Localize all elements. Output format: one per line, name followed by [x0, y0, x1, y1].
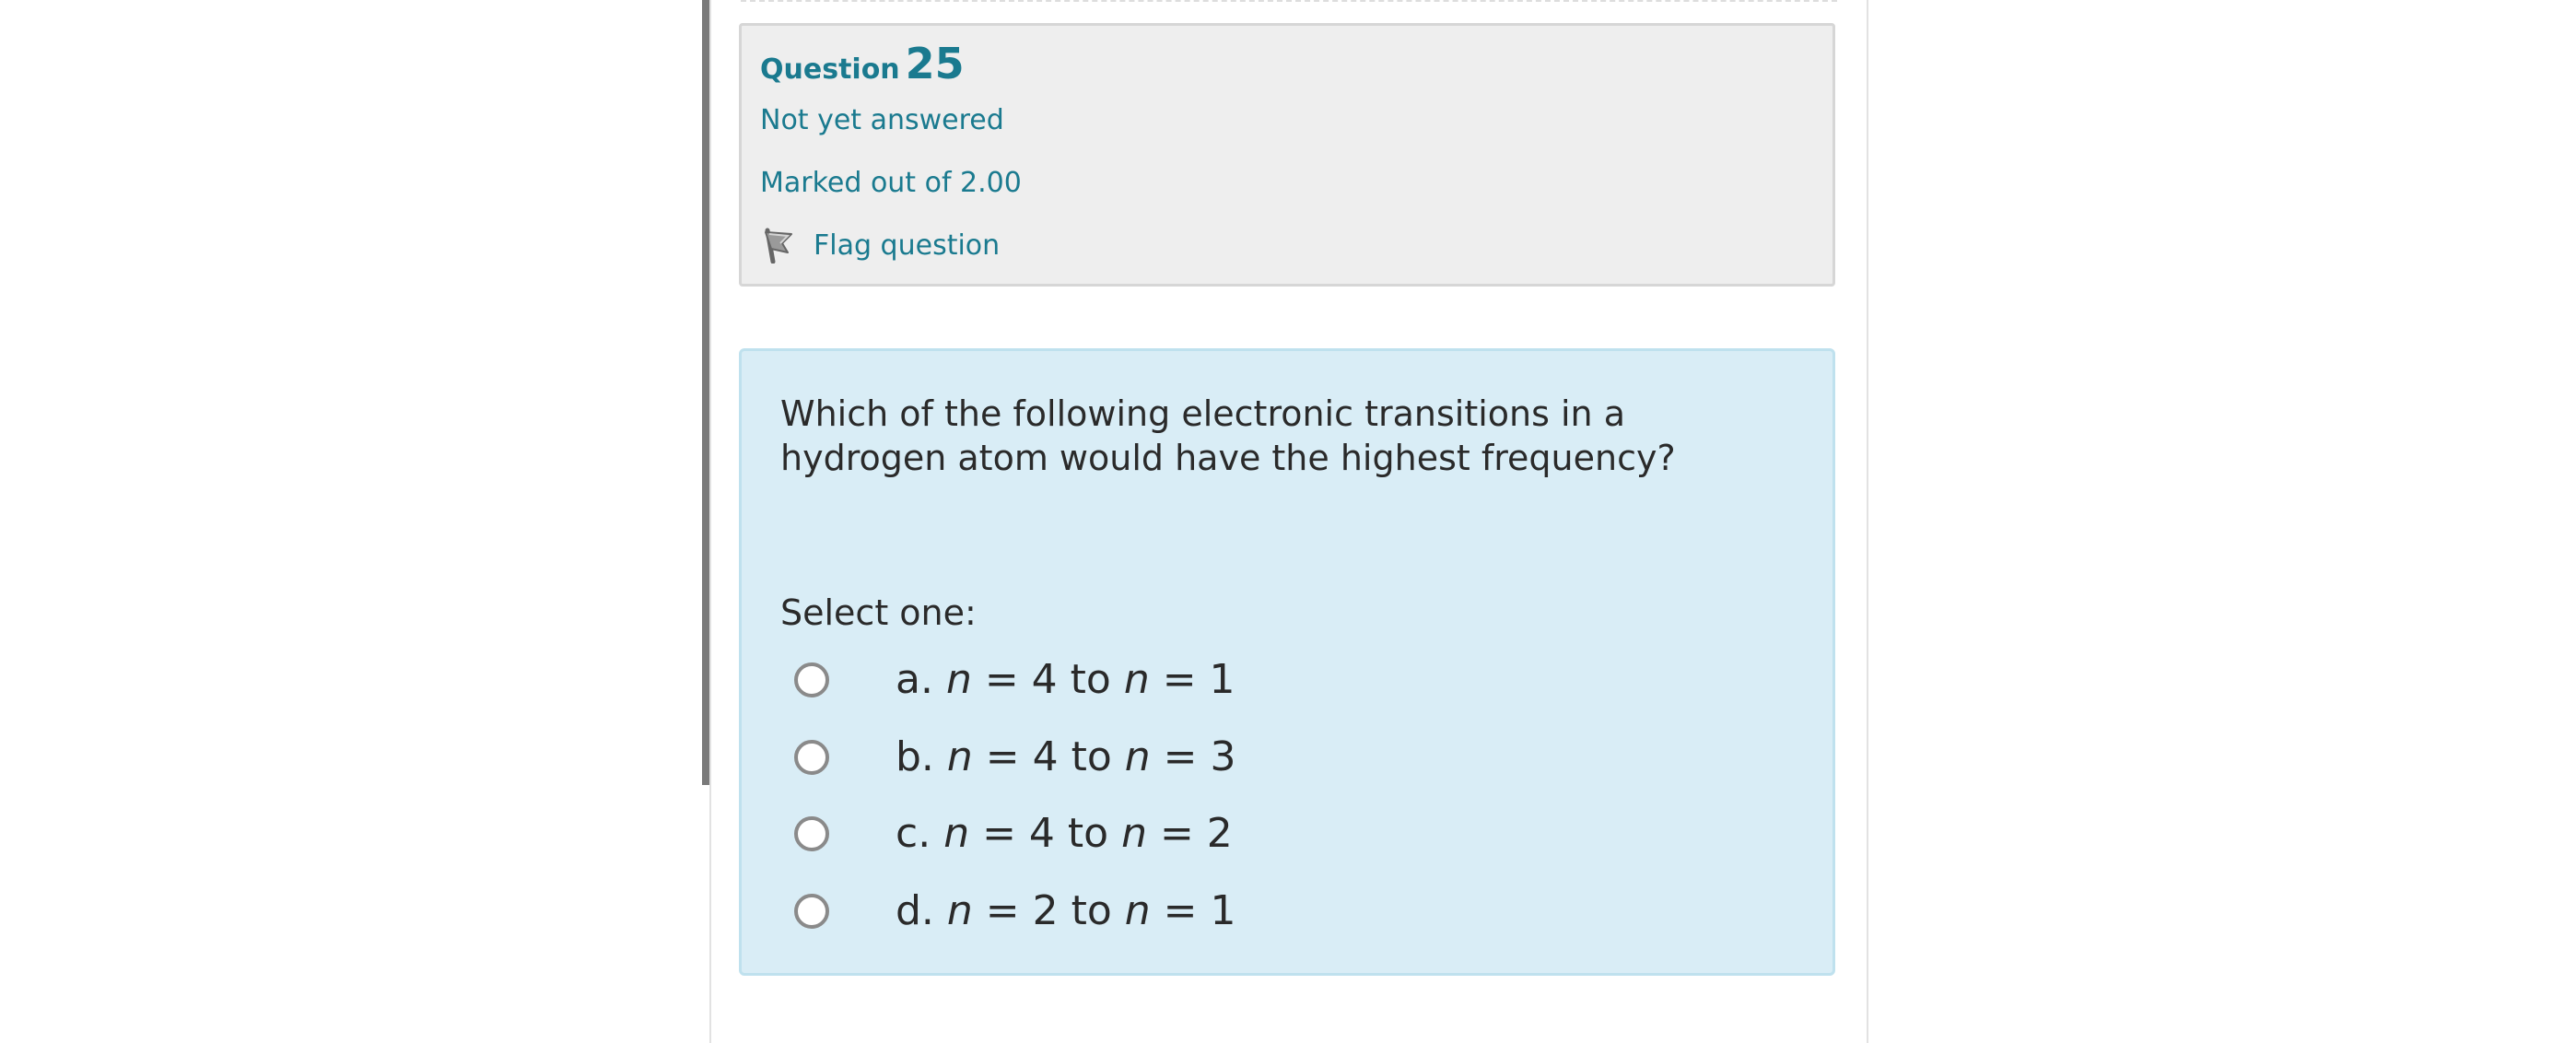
question-content-panel: Which of the following electronic transi… [739, 348, 1835, 976]
answer-label-b[interactable]: b. n = 4 to n = 3 [896, 732, 1236, 782]
radio-button-c[interactable] [794, 816, 829, 851]
question-info-panel: Question 25 Not yet answered Marked out o… [739, 23, 1835, 287]
question-label: Question [760, 53, 900, 86]
answer-option-c[interactable]: c. n = 4 to n = 2 [794, 809, 1623, 864]
top-divider [741, 0, 1837, 2]
flag-question-button[interactable]: Flag question [760, 227, 1000, 264]
radio-button-b[interactable] [794, 740, 829, 775]
radio-button-d[interactable] [794, 894, 829, 929]
answer-label-c[interactable]: c. n = 4 to n = 2 [896, 809, 1233, 859]
answer-option-b[interactable]: b. n = 4 to n = 3 [794, 732, 1623, 788]
answer-option-a[interactable]: a. n = 4 to n = 1 [794, 655, 1623, 710]
question-text-line: hydrogen atom would have the highest fre… [780, 438, 1676, 478]
question-text: Which of the following electronic transi… [780, 392, 1794, 480]
scrollbar-thumb[interactable] [702, 0, 709, 785]
quiz-page: Question 25 Not yet answered Marked out o… [0, 0, 2576, 1043]
question-state: Not yet answered [760, 104, 1004, 136]
answer-label-d[interactable]: d. n = 2 to n = 1 [896, 886, 1236, 936]
answer-label-a[interactable]: a. n = 4 to n = 1 [896, 655, 1235, 705]
question-heading: Question 25 [760, 39, 965, 88]
answer-option-d[interactable]: d. n = 2 to n = 1 [794, 886, 1623, 942]
radio-button-a[interactable] [794, 662, 829, 697]
column-border-right [1867, 0, 1868, 1043]
answer-prompt: Select one: [780, 592, 977, 633]
question-number: 25 [905, 39, 965, 88]
question-text-line: Which of the following electronic transi… [780, 393, 1626, 434]
column-border-left [709, 0, 711, 1043]
flag-icon [760, 227, 797, 264]
flag-question-label[interactable]: Flag question [814, 229, 1000, 262]
question-grade: Marked out of 2.00 [760, 167, 1022, 199]
